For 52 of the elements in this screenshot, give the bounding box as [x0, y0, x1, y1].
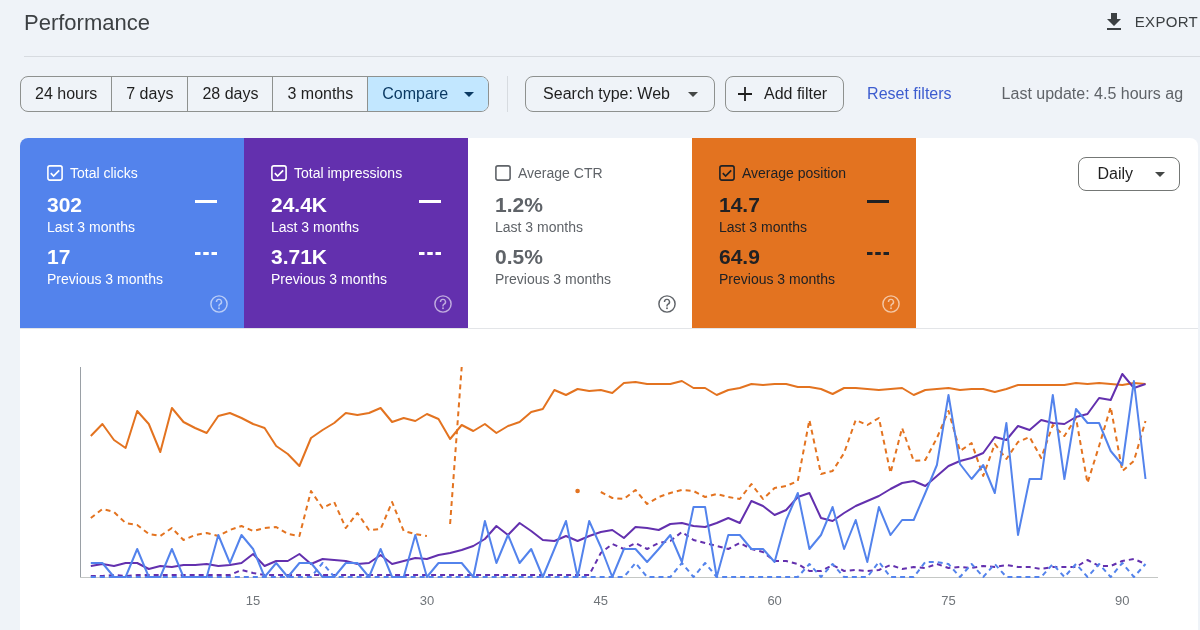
axis-tick-label: 75	[941, 593, 956, 608]
metric-period: Previous 3 months	[47, 270, 163, 289]
metric-value: 64.9	[719, 245, 761, 269]
solid-line-icon	[195, 200, 217, 203]
metric-label: Average CTR	[518, 165, 603, 181]
dashed-line-icon	[867, 252, 889, 255]
caret-icon	[464, 91, 475, 97]
download-icon	[1106, 12, 1121, 30]
date-range-button[interactable]: 7 days	[111, 77, 188, 111]
dashed-line-icon	[419, 252, 441, 255]
metric-card[interactable]: Average position 14.7 Last 3 months 64.9 Previous 3 months	[692, 138, 916, 328]
checkbox-icon[interactable]	[719, 165, 735, 181]
axis-tick-label: 30	[419, 593, 435, 608]
date-range-button[interactable]: Compare	[367, 77, 489, 111]
metric-label: Total clicks	[70, 165, 138, 181]
page-title: Performance	[24, 9, 150, 37]
solid-line-icon	[867, 200, 889, 203]
metric-label: Average position	[742, 165, 847, 181]
metric-value: 17	[47, 245, 72, 269]
metric-period: Last 3 months	[495, 218, 583, 237]
metric-value: 14.7	[719, 193, 761, 217]
axis-tick-label: 90	[1115, 593, 1130, 608]
checkbox-icon[interactable]	[495, 165, 511, 181]
caret-icon	[687, 91, 698, 97]
date-range-button[interactable]: 28 days	[187, 77, 273, 111]
granularity-dropdown[interactable]: Daily	[1078, 157, 1180, 191]
help-icon[interactable]	[658, 295, 676, 313]
dashed-line-icon	[195, 252, 217, 255]
axis-tick-label: 60	[767, 593, 782, 608]
metric-period: Previous 3 months	[719, 270, 835, 289]
solid-line-icon	[419, 200, 441, 203]
caret-icon	[1155, 171, 1165, 177]
last-update-text: Last update: 4.5 hours ag	[1001, 85, 1184, 103]
add-filter-button[interactable]: Add filter	[724, 76, 845, 112]
metric-period: Last 3 months	[47, 218, 135, 237]
plus-icon	[737, 87, 752, 101]
reset-filters-link[interactable]: Reset filters	[867, 85, 952, 103]
metric-period: Last 3 months	[271, 218, 359, 237]
export-button[interactable]: EXPORT	[1106, 4, 1200, 38]
axis-tick-label: 15	[245, 593, 261, 608]
search-type-dropdown[interactable]: Search type: Web	[525, 76, 715, 112]
metric-period: Previous 3 months	[495, 270, 611, 289]
metric-value: 24.4K	[271, 193, 329, 217]
metric-value: 302	[47, 193, 84, 217]
date-range-button[interactable]: 24 hours	[21, 77, 112, 111]
metric-value: 3.71K	[271, 245, 329, 269]
metric-value: 1.2%	[495, 193, 544, 217]
metric-period: Last 3 months	[719, 218, 807, 237]
metric-label: Total impressions	[294, 165, 403, 181]
metric-value: 0.5%	[495, 245, 544, 269]
metric-period: Previous 3 months	[271, 270, 387, 289]
axis-tick-label: 45	[593, 593, 608, 608]
